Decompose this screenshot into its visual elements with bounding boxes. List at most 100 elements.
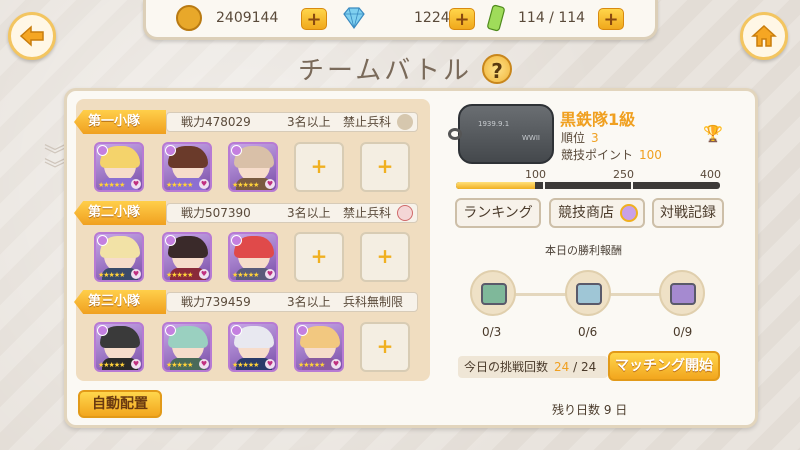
trophy-icon: 🏆 [703,124,723,143]
help-button[interactable]: ? [482,54,512,84]
add-stamina-button[interactable]: + [598,8,624,30]
rarity-stars: ★★★★★ [232,271,259,279]
rarity-stars: ★★★★★ [166,361,193,369]
progress-tick [543,181,545,190]
character-card[interactable]: ★★★★★ ♥ [94,232,144,282]
chest-icon [576,283,602,305]
character-card[interactable]: ★★★★★ ♥ [94,142,144,192]
empty-member-slot[interactable]: + [360,142,410,192]
squad-2-info: 戦力507390 3名以上 禁止兵科 [166,203,418,223]
squad-3-requirement: 3名以上 [287,295,331,309]
heart-icon: ♥ [199,359,209,369]
restriction-icon [397,205,413,221]
rank-order-label: 順位 [561,131,586,145]
unit-type-icon [231,235,242,246]
character-card[interactable]: ★★★★★ ♥ [162,322,212,372]
heart-icon: ♥ [331,359,341,369]
stamina-bottle-icon [487,4,505,32]
daily-challenge-count: 今日の挑戦回数 24 / 24 [458,356,608,378]
character-card[interactable]: ★★★★★ ♥ [94,322,144,372]
chest-2-count: 0/6 [578,325,598,339]
battle-record-button[interactable]: 対戦記録 [652,198,724,228]
heart-icon: ♥ [199,179,209,189]
unit-type-icon [165,145,176,156]
gem-resource: 1224 [340,6,450,30]
reward-chest-2[interactable] [565,270,611,316]
character-card[interactable]: ★★★★★ ♥ [294,322,344,372]
squad-3-power: 戦力739459 [181,295,251,309]
rank-progress-fill [456,182,536,189]
squad-1-power: 戦力478029 [181,115,251,129]
reward-chest-3[interactable] [659,270,705,316]
rarity-stars: ★★★★★ [98,271,125,279]
squad-1-requirement: 3名以上 [287,115,331,129]
arrow-left-icon [19,25,44,47]
rank-points: 競技ポイント 100 [561,146,662,163]
character-card[interactable]: ★★★★★ ♥ [228,142,278,192]
challenge-label: 今日の挑戦回数 [464,360,549,374]
chest-icon [670,283,696,305]
page-title: チームバトル [298,56,473,86]
remaining-days: 残り日数 9 日 [552,403,628,417]
rank-dogtag: 1939.9.1 WWII [448,104,554,164]
progress-tick-label: 250 [613,168,634,181]
back-button[interactable] [8,12,56,60]
chest-icon [481,283,507,305]
unit-type-icon [97,235,108,246]
unit-type-icon [165,235,176,246]
character-card[interactable]: ★★★★★ ♥ [162,142,212,192]
auto-assign-button[interactable]: 自動配置 [78,390,162,418]
rarity-stars: ★★★★★ [232,181,259,189]
character-card[interactable]: ★★★★★ ♥ [228,232,278,282]
arena-shop-label: 競技商店 [558,205,614,221]
rank-points-value: 100 [639,148,662,162]
squad-2-power: 戦力507390 [181,206,251,220]
unit-type-icon [97,325,108,336]
gem-count: 1224 [414,10,450,26]
heart-icon: ♥ [265,269,275,279]
decor-chevrons-left: ︾ ︾ [44,144,67,183]
add-gems-button[interactable]: + [449,8,475,30]
character-card[interactable]: ★★★★★ ♥ [162,232,212,282]
empty-member-slot[interactable]: + [294,232,344,282]
squad-1-restriction: 禁止兵科 [343,115,392,129]
medal-icon [620,204,638,222]
character-card[interactable]: ★★★★★ ♥ [228,322,278,372]
home-button[interactable] [740,12,788,60]
add-coins-button[interactable]: + [301,8,327,30]
challenge-total: 24 [581,360,597,374]
stamina-resource: 114 / 114 [486,4,585,32]
rank-name: 黒鉄隊1級 [560,110,636,129]
rarity-stars: ★★★★★ [98,361,125,369]
chest-3-count: 0/9 [673,325,693,339]
coin-icon [176,5,202,31]
rank-order-value: 3 [591,131,599,145]
progress-tick-label: 100 [525,168,546,181]
arena-shop-button[interactable]: 競技商店 [549,198,645,228]
empty-member-slot[interactable]: + [360,322,410,372]
squad-1-info: 戦力478029 3名以上 禁止兵科 [166,112,418,132]
squad-2-tab[interactable]: 第二小隊 [74,201,166,225]
start-matching-button[interactable]: マッチング開始 [608,351,720,381]
unit-type-icon [231,325,242,336]
heart-icon: ♥ [199,269,209,279]
ranking-button[interactable]: ランキング [455,198,541,228]
squad-1-tab[interactable]: 第一小隊 [74,110,166,134]
empty-member-slot[interactable]: + [360,232,410,282]
challenge-current: 24 [554,360,570,374]
squad-3-tab[interactable]: 第三小隊 [74,290,166,314]
unit-type-icon [97,145,108,156]
coin-resource: 2409144 [176,5,278,31]
chain-icon [448,128,462,140]
rank-progress-bar [456,182,720,189]
heart-icon: ♥ [265,179,275,189]
rank-points-label: 競技ポイント [561,148,634,162]
squad-3-restriction: 兵科無制限 [343,295,404,309]
squad-2-requirement: 3名以上 [287,206,331,220]
chest-1-count: 0/3 [482,325,502,339]
empty-member-slot[interactable]: + [294,142,344,192]
reward-chest-1[interactable] [470,270,516,316]
rarity-stars: ★★★★★ [166,181,193,189]
dogtag-date: 1939.9.1 [478,120,510,128]
rarity-stars: ★★★★★ [298,361,325,369]
